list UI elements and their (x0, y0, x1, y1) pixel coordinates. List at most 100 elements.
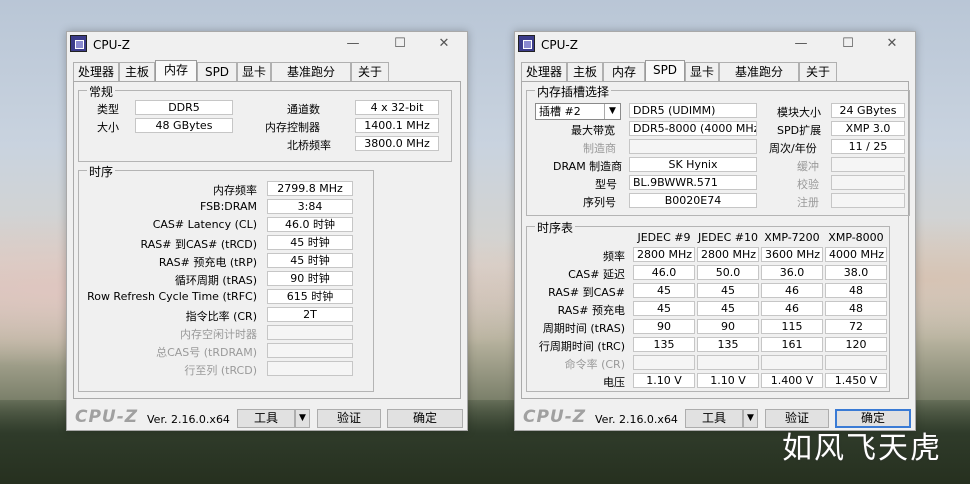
slot-select-value: 插槽 #2 (539, 105, 581, 118)
timing-cell: 72 (825, 319, 887, 334)
manufacturer-value (629, 139, 757, 154)
timing-table-group: 时序表 JEDEC #9 JEDEC #10 XMP-7200 XMP-8000 频率 2… (526, 219, 890, 392)
timing-row-label: 周期时间 (tRAS) (542, 322, 625, 335)
window-title: CPU-Z (541, 38, 578, 52)
week-year-label: 周次/年份 (769, 142, 817, 155)
column-header: JEDEC #9 (637, 231, 691, 244)
memory-controller-value: 1400.1 MHz (355, 118, 439, 133)
timing-value (267, 325, 353, 340)
minimize-icon[interactable]: — (345, 36, 361, 52)
part-number-value: BL.9BWWR.571 (629, 175, 757, 190)
tools-button[interactable]: 工具 (237, 409, 295, 428)
column-header: XMP-7200 (764, 231, 820, 244)
timings-group-label: 时序 (87, 163, 116, 180)
tab-6[interactable]: 关于 (351, 62, 389, 81)
timing-value: 90 时钟 (267, 271, 353, 286)
timing-cell: 45 (697, 283, 759, 298)
size-value: 48 GBytes (135, 118, 233, 133)
timing-row-label: 电压 (603, 376, 625, 389)
tab-0[interactable]: 处理器 (521, 62, 567, 81)
timing-cell: 46.0 (633, 265, 695, 280)
tab-4[interactable]: 显卡 (237, 62, 271, 81)
timing-value: 46.0 时钟 (267, 217, 353, 232)
northbridge-value: 3800.0 MHz (355, 136, 439, 151)
tab-4[interactable]: 显卡 (685, 62, 719, 81)
timing-cell: 90 (697, 319, 759, 334)
title-bar[interactable]: CPU-Z — ☐ ✕ (67, 32, 467, 58)
timing-value: 2799.8 MHz (267, 181, 353, 196)
timing-value: 45 时钟 (267, 253, 353, 268)
serial-number-label: 序列号 (583, 196, 616, 209)
timing-label: 循环周期 (tRAS) (174, 274, 257, 287)
spd-ext-label: SPD扩展 (777, 124, 822, 137)
column-header: JEDEC #10 (697, 231, 758, 244)
timing-cell: 161 (761, 337, 823, 352)
spd-panel: 内存插槽选择 插槽 #2 ▼ DDR5 (UDIMM) 最大带宽 DDR5-80… (521, 81, 910, 399)
title-bar[interactable]: CPU-Z — ☐ ✕ (515, 32, 915, 58)
correction-value (831, 175, 905, 190)
close-icon[interactable]: ✕ (436, 36, 452, 52)
tab-5[interactable]: 基准跑分 (271, 62, 351, 81)
tab-2[interactable]: 内存 (155, 60, 197, 82)
timing-label: 内存空闲计时器 (180, 328, 257, 341)
tab-0[interactable]: 处理器 (73, 62, 119, 81)
buffered-label: 缓冲 (797, 160, 819, 173)
general-group-label: 常规 (87, 83, 116, 100)
tab-3[interactable]: SPD (197, 62, 237, 81)
timing-label: 内存频率 (213, 184, 257, 197)
timing-value: 615 时钟 (267, 289, 353, 304)
timing-cell: 2800 MHz (633, 247, 695, 262)
maximize-icon[interactable]: ☐ (840, 36, 856, 52)
buffered-value (831, 157, 905, 172)
tools-button[interactable]: 工具 (685, 409, 743, 428)
close-icon[interactable]: ✕ (884, 36, 900, 52)
column-header: XMP-8000 (828, 231, 884, 244)
timing-cell (825, 355, 887, 370)
spd-ext-value: XMP 3.0 (831, 121, 905, 136)
maximize-icon[interactable]: ☐ (392, 36, 408, 52)
tab-1[interactable]: 主板 (119, 62, 155, 81)
registered-value (831, 193, 905, 208)
ok-button[interactable]: 确定 (387, 409, 463, 428)
timing-label: Row Refresh Cycle Time (tRFC) (87, 290, 257, 303)
timing-value: 45 时钟 (267, 235, 353, 250)
timing-cell: 1.10 V (697, 373, 759, 388)
max-bandwidth-label: 最大带宽 (571, 124, 615, 137)
timing-cell: 1.400 V (761, 373, 823, 388)
minimize-icon[interactable]: — (793, 36, 809, 52)
timing-cell: 90 (633, 319, 695, 334)
timing-row-label: 行周期时间 (tRC) (538, 340, 625, 353)
timing-label: 指令比率 (CR) (185, 310, 257, 323)
timing-cell: 1.10 V (633, 373, 695, 388)
northbridge-label: 北桥频率 (287, 139, 331, 152)
timing-cell (633, 355, 695, 370)
cpuz-app-icon (518, 35, 535, 52)
tab-5[interactable]: 基准跑分 (719, 62, 799, 81)
tab-1[interactable]: 主板 (567, 62, 603, 81)
version-text: Ver. 2.16.0.x64 (595, 413, 678, 426)
timing-cell: 2800 MHz (697, 247, 759, 262)
chevron-down-icon[interactable]: ▼ (743, 409, 758, 428)
dram-manufacturer-label: DRAM 制造商 (553, 160, 623, 173)
chevron-down-icon[interactable]: ▼ (604, 104, 620, 119)
validate-button[interactable]: 验证 (317, 409, 381, 428)
timing-cell: 1.450 V (825, 373, 887, 388)
timing-cell: 45 (633, 283, 695, 298)
timing-value: 2T (267, 307, 353, 322)
timing-table-label: 时序表 (535, 219, 576, 236)
slot-select[interactable]: 插槽 #2 ▼ (535, 103, 621, 120)
timing-cell: 50.0 (697, 265, 759, 280)
manufacturer-label: 制造商 (583, 142, 616, 155)
dram-manufacturer-value: SK Hynix (629, 157, 757, 172)
chevron-down-icon[interactable]: ▼ (295, 409, 310, 428)
slot-group-label: 内存插槽选择 (535, 83, 612, 100)
tab-2[interactable]: 内存 (603, 62, 645, 81)
timing-cell: 36.0 (761, 265, 823, 280)
timing-label: RAS# 到CAS# (tRCD) (140, 238, 257, 251)
tab-3[interactable]: SPD (645, 60, 685, 82)
tab-6[interactable]: 关于 (799, 62, 837, 81)
timing-label: FSB:DRAM (199, 200, 257, 213)
timing-row-label: 频率 (603, 250, 625, 263)
timing-value: 3:84 (267, 199, 353, 214)
timing-row-label: CAS# 延迟 (568, 268, 625, 281)
